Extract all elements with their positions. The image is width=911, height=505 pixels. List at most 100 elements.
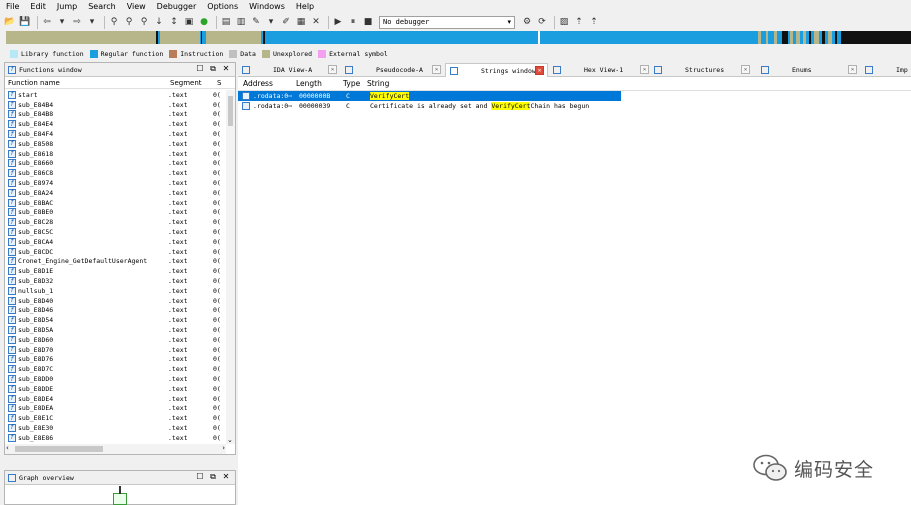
float-icon[interactable]: ⧉	[208, 64, 218, 74]
function-row[interactable]: f sub_E8DEA .text 0(	[5, 404, 235, 414]
forward-icon[interactable]: ⇨	[71, 16, 83, 28]
data-icon[interactable]: ▥	[235, 16, 247, 28]
function-row[interactable]: f sub_E8BAC .text 0(	[5, 198, 235, 208]
function-row[interactable]: f sub_E84B8 .text 0(	[5, 110, 235, 120]
pin-icon[interactable]: ✐	[280, 16, 292, 28]
xref-icon[interactable]: ⇡	[573, 16, 585, 28]
menu-options[interactable]: Options	[207, 2, 238, 11]
function-row[interactable]: f sub_E8CA4 .text 0(	[5, 237, 235, 247]
function-row[interactable]: f sub_E8D5A .text 0(	[5, 325, 235, 335]
function-row[interactable]: f sub_E84E4 .text 0(	[5, 119, 235, 129]
menu-search[interactable]: Search	[88, 2, 115, 11]
function-row[interactable]: f sub_E8660 .text 0(	[5, 159, 235, 169]
close-icon[interactable]: ✕	[535, 66, 544, 75]
function-row[interactable]: f sub_E8974 .text 0(	[5, 178, 235, 188]
scrollbar-thumb[interactable]	[15, 446, 103, 452]
menu-help[interactable]: Help	[296, 2, 314, 11]
menu-windows[interactable]: Windows	[249, 2, 285, 11]
function-row[interactable]: f sub_E8DDE .text 0(	[5, 384, 235, 394]
function-row[interactable]: f sub_E8A24 .text 0(	[5, 188, 235, 198]
column-address[interactable]: Address	[238, 79, 296, 88]
debug-options-icon[interactable]: ⚙	[521, 16, 533, 28]
function-row[interactable]: f sub_E86C8 .text 0(	[5, 168, 235, 178]
function-row[interactable]: f sub_E8508 .text 0(	[5, 139, 235, 149]
function-row[interactable]: f sub_E8CDC .text 0(	[5, 247, 235, 257]
back-icon[interactable]: ⇦	[41, 16, 53, 28]
function-row[interactable]: f sub_E8D76 .text 0(	[5, 355, 235, 365]
float-icon[interactable]: ⧉	[208, 472, 218, 482]
close-icon[interactable]: ✕	[310, 16, 322, 28]
function-row[interactable]: f Cronet_Engine_GetDefaultUserAgent .text 0…	[5, 257, 235, 267]
close-icon[interactable]: ✕	[221, 64, 231, 74]
tab-structures[interactable]: Structures ✕	[650, 63, 753, 77]
binoculars-next-icon[interactable]: ⚲	[123, 16, 135, 28]
struct-icon[interactable]: ▦	[295, 16, 307, 28]
save-icon[interactable]: 💾	[19, 16, 31, 28]
column-type[interactable]: Type	[343, 79, 367, 88]
scroll-left-icon[interactable]: ‹	[6, 444, 9, 452]
refresh-icon[interactable]: ⟳	[536, 16, 548, 28]
function-row[interactable]: f sub_E8BE0 .text 0(	[5, 208, 235, 218]
function-row[interactable]: f sub_E8D54 .text 0(	[5, 315, 235, 325]
collapse-icon[interactable]: ↕	[168, 16, 180, 28]
tab-pseudocode-a[interactable]: Pseudocode-A ✕	[341, 63, 444, 77]
functions-vertical-scrollbar[interactable]: ⌄	[226, 90, 235, 444]
tab-strings-window[interactable]: Strings window ✕	[445, 63, 548, 77]
tab-enums[interactable]: Enums ✕	[757, 63, 860, 77]
function-row[interactable]: f sub_E8DD0 .text 0(	[5, 374, 235, 384]
function-row[interactable]: f start .text 0(	[5, 90, 235, 100]
function-row[interactable]: f nullsub_1 .text 0(	[5, 286, 235, 296]
scroll-right-icon[interactable]: ›	[222, 444, 225, 452]
close-icon[interactable]: ✕	[221, 472, 231, 482]
function-row[interactable]: f sub_E8D46 .text 0(	[5, 306, 235, 316]
column-s[interactable]: S	[217, 79, 227, 87]
restore-icon[interactable]: ☐	[195, 472, 205, 482]
navigation-band[interactable]	[6, 31, 911, 44]
menu-file[interactable]: File	[6, 2, 19, 11]
chevron-down-icon[interactable]: ▾	[56, 16, 68, 28]
close-icon[interactable]: ✕	[328, 65, 337, 74]
close-icon[interactable]: ✕	[640, 65, 649, 74]
function-row[interactable]: f sub_E8D32 .text 0(	[5, 276, 235, 286]
function-row[interactable]: f sub_E8D40 .text 0(	[5, 296, 235, 306]
menu-view[interactable]: View	[127, 2, 146, 11]
column-string[interactable]: String	[367, 79, 389, 88]
download-icon[interactable]: ↓	[153, 16, 165, 28]
chevron-down-icon[interactable]: ▾	[265, 16, 277, 28]
restore-icon[interactable]: ☐	[195, 64, 205, 74]
chevron-down-icon[interactable]: ▾	[86, 16, 98, 28]
xref-graph-icon[interactable]: ⇡	[588, 16, 600, 28]
menu-debugger[interactable]: Debugger	[157, 2, 197, 11]
chart-icon[interactable]: ▨	[558, 16, 570, 28]
green-dot-icon[interactable]: ●	[198, 16, 210, 28]
pen-icon[interactable]: ✎	[250, 16, 262, 28]
scrollbar-thumb[interactable]	[228, 96, 233, 126]
column-segment[interactable]: Segment	[170, 79, 217, 87]
function-row[interactable]: f sub_E8DE4 .text 0(	[5, 394, 235, 404]
graph-icon[interactable]: ▣	[183, 16, 195, 28]
scroll-down-icon[interactable]: ⌄	[227, 436, 233, 444]
function-row[interactable]: f sub_E8C5C .text 0(	[5, 227, 235, 237]
string-row[interactable]: .rodata:0⋯ 0000000B C VerifyCert	[238, 91, 621, 101]
function-row[interactable]: f sub_E84B4 .text 0(	[5, 100, 235, 110]
tab-imp[interactable]: Imp	[861, 63, 911, 77]
code-icon[interactable]: ▤	[220, 16, 232, 28]
function-row[interactable]: f sub_E8D60 .text 0(	[5, 335, 235, 345]
binoculars-icon[interactable]: ⚲	[108, 16, 120, 28]
graph-node[interactable]	[113, 493, 127, 505]
column-length[interactable]: Length	[296, 79, 343, 88]
open-icon[interactable]: 📂	[4, 16, 16, 28]
tab-ida-view-a[interactable]: IDA View-A ✕	[238, 63, 340, 77]
pause-icon[interactable]: ⏸	[347, 16, 359, 28]
close-icon[interactable]: ✕	[741, 65, 750, 74]
function-row[interactable]: f sub_E8E1C .text 0(	[5, 413, 235, 423]
function-row[interactable]: f sub_E8E86 .text 0(	[5, 433, 235, 443]
function-row[interactable]: f sub_E8D70 .text 0(	[5, 345, 235, 355]
close-icon[interactable]: ✕	[848, 65, 857, 74]
function-row[interactable]: f sub_E8D7C .text 0(	[5, 364, 235, 374]
function-row[interactable]: f sub_E8618 .text 0(	[5, 149, 235, 159]
functions-horizontal-scrollbar[interactable]: ‹ ›	[5, 444, 226, 454]
function-row[interactable]: f sub_E8C28 .text 0(	[5, 217, 235, 227]
function-row[interactable]: f sub_E8E30 .text 0(	[5, 423, 235, 433]
tab-hex-view-1[interactable]: Hex View-1 ✕	[549, 63, 652, 77]
